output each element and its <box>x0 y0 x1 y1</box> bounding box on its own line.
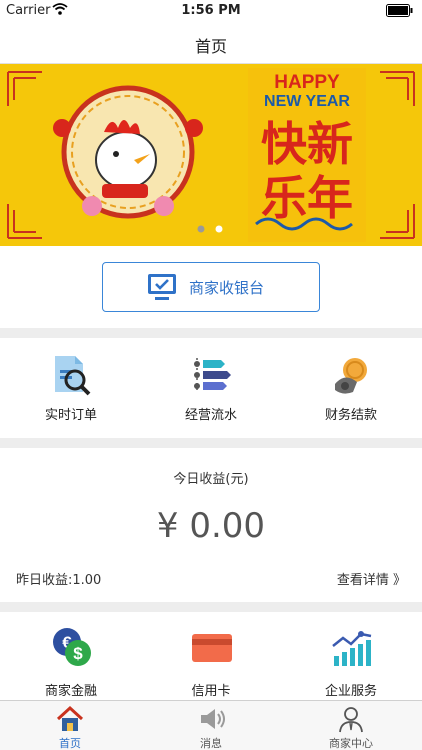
enterprise-services-item[interactable]: 企业服务 <box>281 612 421 700</box>
service-label: 商家金融 <box>44 684 97 699</box>
coin-hand-icon <box>335 358 367 394</box>
menu-label: 实时订单 <box>44 408 97 423</box>
tab-label: 首页 <box>59 737 81 750</box>
view-details-link[interactable]: 查看详情 》 <box>337 569 406 588</box>
cashier-section: 商家收银台 <box>0 246 422 328</box>
navigation-bar: 首页 <box>0 22 422 64</box>
svg-text:乐年: 乐年 <box>261 171 353 225</box>
credit-card-item[interactable]: 信用卡 <box>141 612 281 700</box>
carousel-dot-2-active[interactable] <box>215 225 223 233</box>
status-bar: Carrier 1:56 PM <box>0 0 422 22</box>
service-label: 信用卡 <box>191 684 231 699</box>
tab-bar: 首页 消息 商家中心 <box>0 700 422 750</box>
service-label: 企业服务 <box>324 684 377 699</box>
svg-text:$: $ <box>73 644 83 663</box>
credit-card-icon <box>192 634 232 662</box>
page-title: 首页 <box>194 37 227 56</box>
yesterday-earnings: 昨日收益:1.00 <box>16 573 102 588</box>
business-flow-item[interactable]: 经营流水 <box>141 338 281 438</box>
merchant-avatar-icon <box>339 707 363 733</box>
services-menu: € $ 商家金融 信用卡 企业服务 <box>0 612 422 700</box>
promo-banner[interactable]: HAPPY NEW YEAR 快新 乐年 <box>0 64 422 246</box>
carousel-dot-1[interactable] <box>197 225 205 233</box>
menu-label: 经营流水 <box>184 408 237 423</box>
svg-text:NEW YEAR: NEW YEAR <box>264 93 350 110</box>
status-time: 1:56 PM <box>181 3 241 18</box>
order-search-icon <box>55 356 91 396</box>
earnings-panel: 今日收益(元) ¥ 0.00 昨日收益:1.00 查看详情 》 <box>0 448 422 602</box>
tab-messages[interactable]: 消息 <box>141 701 281 750</box>
tab-label: 商家中心 <box>329 737 373 750</box>
svg-text:HAPPY: HAPPY <box>274 72 340 93</box>
svg-text:快新: 快新 <box>261 117 353 171</box>
monitor-check-icon <box>148 274 176 300</box>
speaker-icon <box>201 709 225 729</box>
merchant-cashier-button[interactable]: 商家收银台 <box>102 262 320 312</box>
new-year-illustration: HAPPY NEW YEAR 快新 乐年 <box>7 68 415 242</box>
realtime-orders-item[interactable]: 实时订单 <box>1 338 141 438</box>
tab-label: 消息 <box>200 737 222 750</box>
growth-chart-icon <box>332 631 372 666</box>
home-icon <box>56 705 84 731</box>
merchant-finance-item[interactable]: € $ 商家金融 <box>1 612 141 700</box>
tab-home[interactable]: 首页 <box>0 701 140 750</box>
cashier-label: 商家收银台 <box>189 279 265 297</box>
earnings-title: 今日收益(元) <box>173 472 249 487</box>
tab-merchant-center[interactable]: 商家中心 <box>281 701 421 750</box>
currency-icon: € $ <box>53 628 91 666</box>
earnings-amount: ¥ 0.00 <box>156 506 266 546</box>
carousel-indicator[interactable] <box>196 224 228 234</box>
finance-settlement-item[interactable]: 财务结款 <box>281 338 421 438</box>
battery-icon <box>386 4 413 17</box>
flow-list-icon <box>194 358 231 392</box>
menu-label: 财务结款 <box>324 408 377 423</box>
quick-menu: 实时订单 经营流水 财务结款 <box>0 338 422 438</box>
